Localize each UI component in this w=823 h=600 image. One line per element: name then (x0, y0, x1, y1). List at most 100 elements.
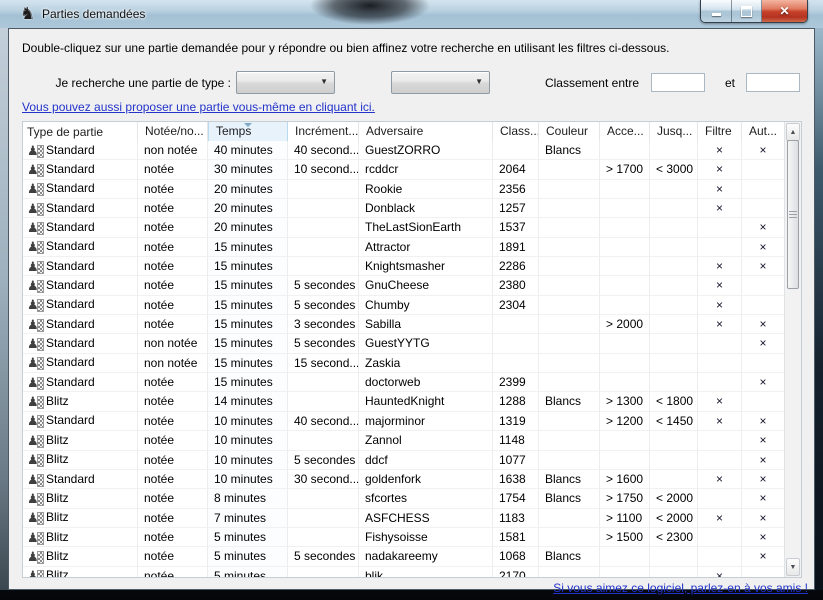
cell-color (539, 257, 600, 276)
cell-min-rating: > 1600 (600, 470, 650, 489)
column-header-auto[interactable]: Aut... (742, 122, 784, 141)
column-header-filter[interactable]: Filtre (698, 122, 742, 141)
cell-rated: notée (138, 257, 208, 276)
column-header-color[interactable]: Couleur (539, 122, 600, 141)
table-row[interactable]: ♟Blitznotée5 minutes5 secondesnadakareem… (23, 547, 784, 566)
column-header-accept-above[interactable]: Acce... (600, 122, 650, 141)
cell-game-type-container: ♟Standard (23, 238, 138, 257)
cell-max-rating (650, 373, 698, 392)
cell-min-rating: > 1100 (600, 509, 650, 528)
cell-increment: 5 secondes (288, 547, 359, 566)
cell-rated: notée (138, 276, 208, 295)
pawn-chessboard-icon: ♟ (27, 568, 44, 577)
cell-color (539, 160, 600, 179)
cell-time: 15 minutes (208, 334, 288, 353)
table-row[interactable]: ♟Standardnotée15 minutes5 secondesChumby… (23, 296, 784, 315)
title-bar[interactable]: ♞ Parties demandées ✕ (0, 0, 823, 29)
cell-filter (698, 238, 742, 257)
table-row[interactable]: ♟Standardnotée15 minutes5 secondesGnuChe… (23, 276, 784, 295)
cell-increment: 5 secondes (288, 276, 359, 295)
cell-min-rating: > 2000 (600, 315, 650, 334)
cell-rating: 1257 (493, 199, 539, 218)
column-header-type[interactable]: Type de partie (23, 122, 138, 141)
table-row[interactable]: ♟Blitznotée10 minutesZannol1148× (23, 431, 784, 450)
cell-max-rating (650, 257, 698, 276)
cell-game-type: Standard (46, 334, 95, 353)
table-row[interactable]: ♟Standardnon notée15 minutes15 second...… (23, 354, 784, 373)
vertical-scrollbar[interactable]: ▲ ▼ (784, 122, 801, 577)
pawn-chessboard-icon: ♟ (27, 297, 44, 312)
cell-increment (288, 431, 359, 450)
cell-time: 8 minutes (208, 489, 288, 508)
rating-max-input[interactable] (746, 73, 800, 92)
rating-min-input[interactable] (651, 73, 705, 92)
cell-game-type: Blitz (46, 489, 69, 508)
pawn-chessboard-icon: ♟ (27, 278, 44, 293)
cell-time: 5 minutes (208, 547, 288, 566)
cell-increment (288, 567, 359, 577)
minimize-button[interactable] (701, 0, 732, 22)
column-header-up-to[interactable]: Jusq... (650, 122, 698, 141)
table-row[interactable]: ♟Standardnotée20 minutesRookie2356× (23, 180, 784, 199)
column-header-adversary[interactable]: Adversaire (359, 122, 493, 141)
titlebar-background-smudge (285, 0, 455, 28)
cell-increment: 15 second... (288, 354, 359, 373)
pawn-chessboard-icon: ♟ (27, 413, 44, 428)
cell-auto (742, 276, 784, 295)
column-header-time[interactable]: Temps (208, 122, 288, 141)
cell-filter: × (698, 392, 742, 411)
table-row[interactable]: ♟Blitznotée14 minutesHauntedKnight1288Bl… (23, 392, 784, 411)
cell-auto: × (742, 489, 784, 508)
share-with-friends-link[interactable]: Si vous aimez ce logiciel, parlez-en à v… (553, 581, 808, 595)
table-row[interactable]: ♟Standardnotée15 minutesdoctorweb2399× (23, 373, 784, 392)
table-row[interactable]: ♟Blitznotée8 minutessfcortes1754Blancs> … (23, 489, 784, 508)
cell-time: 10 minutes (208, 431, 288, 450)
column-header-rating[interactable]: Class... (493, 122, 539, 141)
cell-adversary: rcddcr (359, 160, 493, 179)
sort-descending-icon (244, 123, 252, 127)
table-row[interactable]: ♟Blitznotée7 minutesASFCHESS1183> 1100< … (23, 509, 784, 528)
table-row[interactable]: ♟Standardnotée20 minutesDonblack1257× (23, 199, 784, 218)
column-header-increment[interactable]: Incrément... (288, 122, 359, 141)
cell-color (539, 412, 600, 431)
rating-range-label: Classement entre (479, 76, 639, 90)
cell-rated: notée (138, 315, 208, 334)
cell-time: 15 minutes (208, 238, 288, 257)
close-button[interactable]: ✕ (762, 0, 807, 22)
cell-adversary: nadakareemy (359, 547, 493, 566)
propose-game-link[interactable]: Vous pouvez aussi proposer une partie vo… (22, 100, 375, 114)
cell-game-type-container: ♟Blitz (23, 451, 138, 470)
chevron-down-icon: ▼ (320, 78, 328, 86)
game-variant-combobox[interactable]: ▼ (391, 71, 490, 94)
cell-rated: non notée (138, 334, 208, 353)
cell-max-rating (650, 470, 698, 489)
scrollbar-thumb[interactable] (787, 140, 799, 289)
pawn-chessboard-icon: ♟ (27, 162, 44, 177)
cell-game-type: Standard (46, 373, 95, 392)
cell-filter: × (698, 180, 742, 199)
table-row[interactable]: ♟Standardnotée30 minutes10 second...rcdd… (23, 160, 784, 179)
cell-adversary: blik (359, 567, 493, 577)
table-row[interactable]: ♟Standardnotée10 minutes30 second...gold… (23, 470, 784, 489)
table-row[interactable]: ♟Standardnotée15 minutes3 secondesSabill… (23, 315, 784, 334)
cell-time: 15 minutes (208, 296, 288, 315)
table-row[interactable]: ♟Standardnotée15 minutesKnightsmasher228… (23, 257, 784, 276)
table-row[interactable]: ♟Standardnotée10 minutes40 second...majo… (23, 412, 784, 431)
column-header-rated[interactable]: Notée/no... (138, 122, 208, 141)
cell-game-type: Standard (46, 218, 95, 237)
table-row[interactable]: ♟Blitznotée10 minutes5 secondesddcf1077× (23, 451, 784, 470)
table-row[interactable]: ♟Standardnon notée40 minutes40 second...… (23, 141, 784, 160)
cell-rating: 1183 (493, 509, 539, 528)
cell-auto: × (742, 412, 784, 431)
game-type-combobox[interactable]: ▼ (236, 71, 335, 94)
cell-adversary: TheLastSionEarth (359, 218, 493, 237)
scroll-down-icon[interactable]: ▼ (786, 558, 800, 576)
table-row[interactable]: ♟Standardnotée15 minutesAttractor1891× (23, 238, 784, 257)
table-row[interactable]: ♟Standardnon notée15 minutes5 secondesGu… (23, 334, 784, 353)
cell-time: 20 minutes (208, 218, 288, 237)
table-row[interactable]: ♟Blitznotée5 minutesFishysoisse1581> 150… (23, 528, 784, 547)
maximize-button[interactable] (732, 0, 762, 22)
table-row[interactable]: ♟Standardnotée20 minutesTheLastSionEarth… (23, 218, 784, 237)
table-row[interactable]: ♟Blitznotée5 minutesblik2170× (23, 567, 784, 577)
scroll-up-icon[interactable]: ▲ (786, 123, 800, 141)
